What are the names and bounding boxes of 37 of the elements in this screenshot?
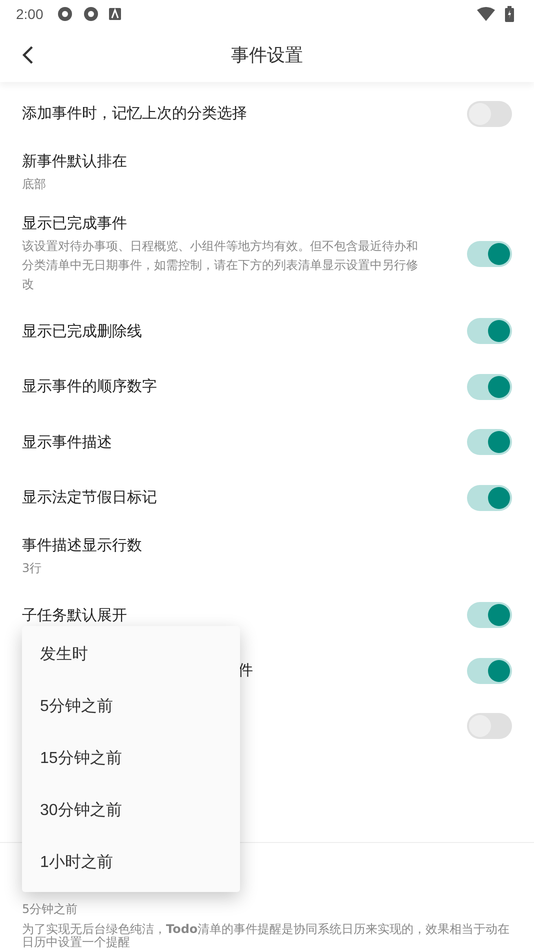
toggle-switch[interactable] bbox=[467, 602, 512, 628]
setting-description: 3行 bbox=[22, 560, 43, 576]
toggle-switch[interactable] bbox=[467, 318, 512, 344]
setting-title: 显示事件描述 bbox=[22, 432, 112, 452]
setting-description: 为了实现无后台绿色纯洁，Todo清单的事件提醒是协同系统日历来实现的，效果相当于动在日历中设置一个提醒 bbox=[22, 923, 511, 949]
setting-value: 5分钟之前 bbox=[22, 901, 79, 918]
menu-item[interactable]: 30分钟之前 bbox=[22, 784, 240, 836]
keyboard-icon bbox=[109, 8, 122, 20]
setting-title: 添加事件时，记忆上次的分类选择 bbox=[22, 104, 247, 124]
toggle-switch[interactable] bbox=[467, 374, 512, 400]
toggle-switch[interactable] bbox=[467, 429, 512, 456]
aperture-icon bbox=[57, 6, 74, 22]
back-icon bbox=[21, 45, 35, 65]
page-title: 事件设置 bbox=[231, 44, 303, 67]
wifi-icon bbox=[477, 7, 495, 21]
setting-title: 显示已完成事件 bbox=[22, 214, 127, 232]
toggle-switch[interactable] bbox=[467, 484, 512, 511]
setting-title: 显示事件的顺序数字 bbox=[22, 377, 157, 396]
toggle-switch[interactable] bbox=[467, 658, 512, 684]
status-time: 2:00 bbox=[16, 6, 44, 22]
battery-icon bbox=[505, 6, 514, 22]
toggle-switch[interactable] bbox=[467, 100, 512, 127]
setting-title: 显示法定节假日标记 bbox=[22, 488, 157, 508]
toggle-switch[interactable] bbox=[467, 240, 512, 266]
setting-description: 该设置对待办事项、日程概览、小组件等地方均有效。但不包含最近待办和分类清单中无日期事件，如需控制，请在下方的列表清单显示设置中另行修改 bbox=[22, 238, 419, 292]
setting-title: 显示已完成删除线 bbox=[22, 322, 142, 341]
aperture-icon bbox=[83, 6, 100, 22]
menu-item[interactable]: 5分钟之前 bbox=[22, 680, 240, 732]
menu-item[interactable]: 15分钟之前 bbox=[22, 732, 240, 784]
setting-title: 件 bbox=[238, 661, 253, 680]
setting-title: 子任务默认展开 bbox=[22, 606, 127, 625]
toggle-switch[interactable] bbox=[467, 713, 512, 740]
setting-title: 新事件默认排在 bbox=[22, 152, 127, 170]
menu-item[interactable]: 发生时 bbox=[22, 628, 240, 680]
setting-title: 事件描述显示行数 bbox=[22, 536, 142, 554]
setting-description: 底部 bbox=[22, 176, 47, 192]
menu-item[interactable]: 1小时之前 bbox=[22, 836, 240, 888]
